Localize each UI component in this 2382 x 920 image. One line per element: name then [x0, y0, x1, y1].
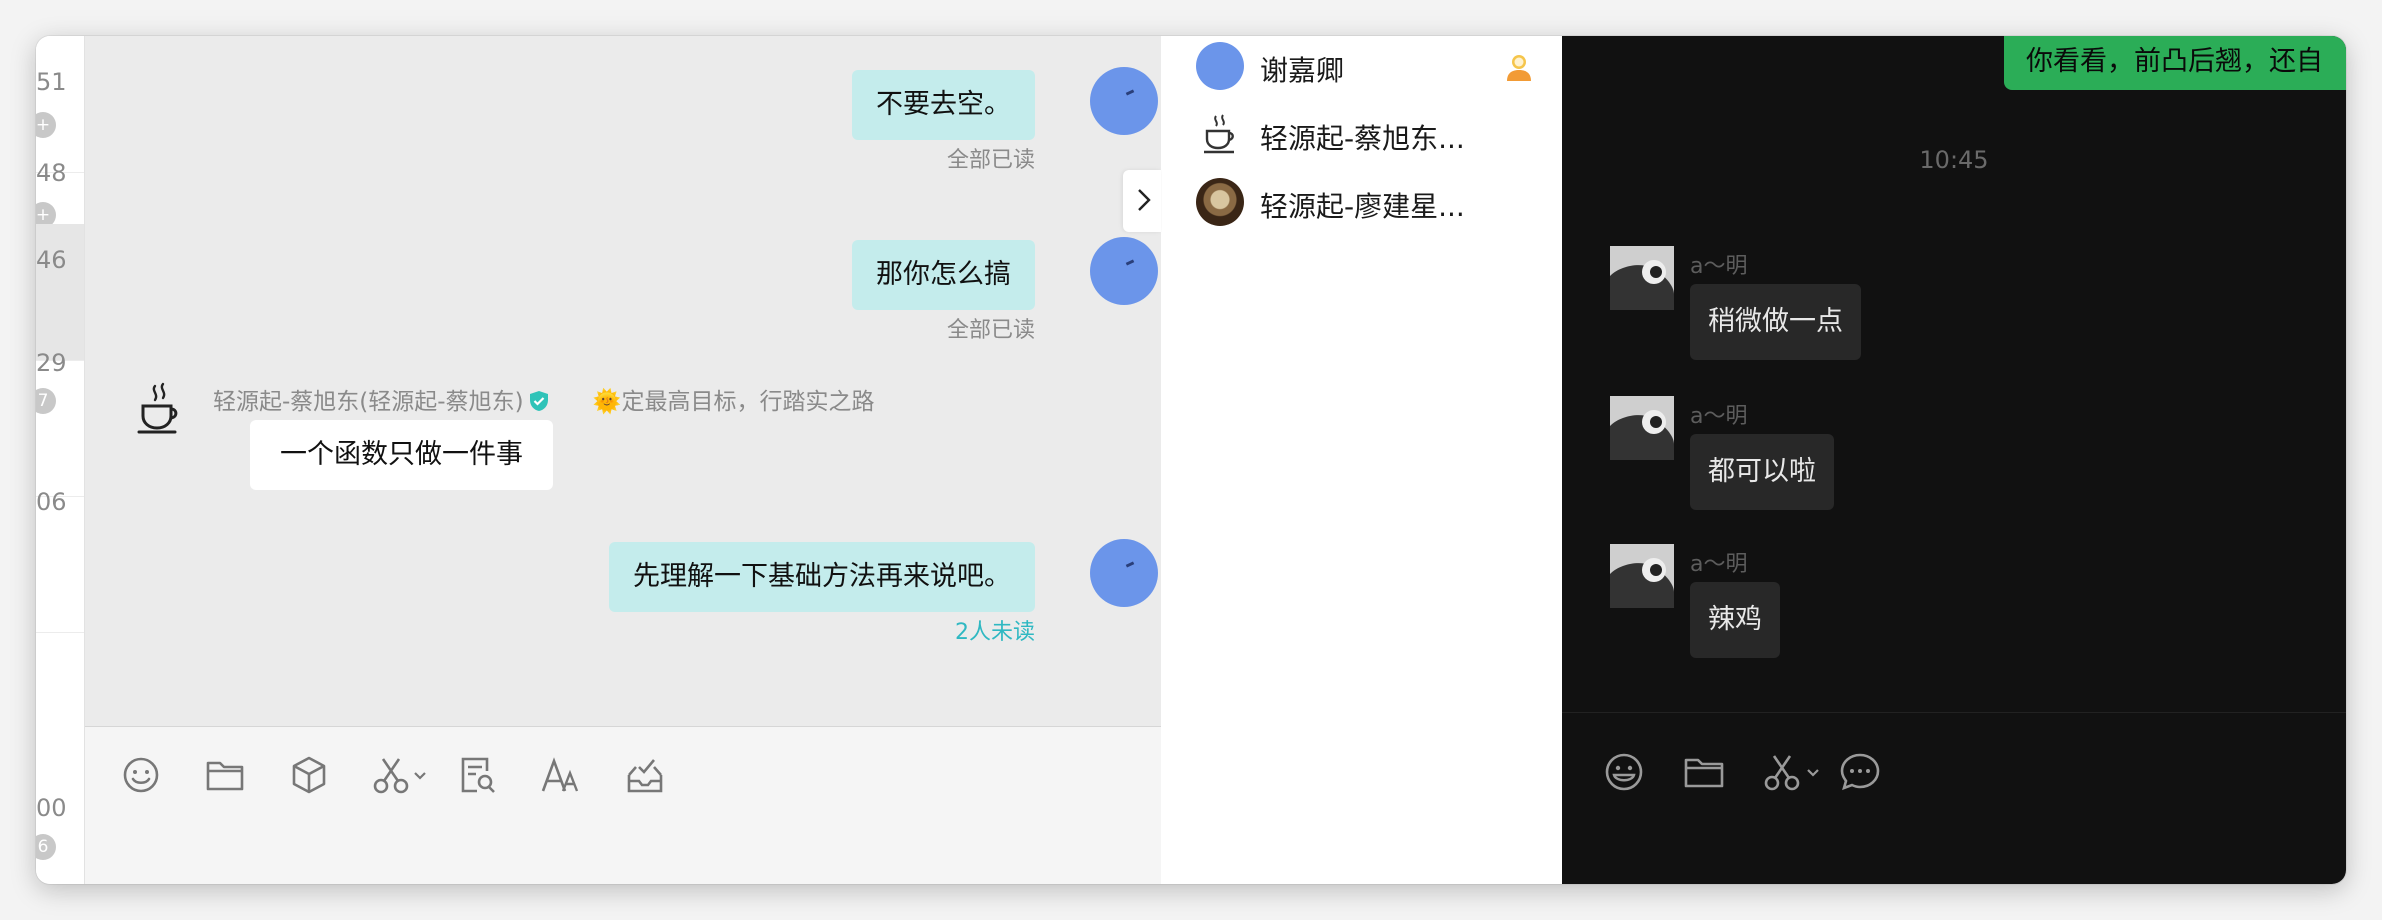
list-item[interactable]: 29 7: [36, 349, 84, 497]
avatar: [1196, 178, 1244, 226]
incoming-message[interactable]: 辣鸡: [1690, 582, 1780, 658]
conversation-list[interactable]: 51 + 48 + 46 29 7 06 00 6: [36, 36, 85, 884]
list-item-time: 00: [36, 794, 67, 822]
outgoing-message[interactable]: 不要去空。: [852, 70, 1035, 140]
member-name: 轻源起-廖建星...: [1260, 190, 1465, 223]
outgoing-message[interactable]: 先理解一下基础方法再来说吧。: [609, 542, 1035, 612]
list-item-time: 51: [36, 68, 67, 96]
list-item-time: 48: [36, 159, 67, 187]
message-timestamp: 10:45: [1919, 146, 1989, 174]
inbox-check-icon[interactable]: [623, 753, 667, 797]
scissors-screenshot-icon[interactable]: [371, 753, 431, 797]
read-status[interactable]: 全部已读: [947, 312, 1035, 344]
divider: [1562, 712, 2346, 713]
my-avatar[interactable]: [1090, 237, 1158, 305]
member-name: 轻源起-蔡旭东...: [1260, 122, 1465, 155]
collapse-panel-button[interactable]: [1123, 170, 1161, 232]
document-search-icon[interactable]: [455, 753, 499, 797]
incoming-message[interactable]: 稍微做一点: [1690, 284, 1861, 360]
folder-icon[interactable]: [203, 753, 247, 797]
input-toolbar: [85, 726, 1161, 884]
avatar[interactable]: [1610, 396, 1674, 460]
incoming-message[interactable]: 都可以啦: [1690, 434, 1834, 510]
coffee-cup-icon: [1196, 110, 1244, 158]
sender-name: a～明: [1690, 552, 1748, 577]
member-item[interactable]: 轻源起-廖建星...: [1196, 178, 1556, 228]
unread-badge: 6: [36, 834, 56, 860]
list-item-time: 29: [36, 349, 67, 377]
sender-info: 轻源起-蔡旭东(轻源起-蔡旭东) 🌞定最高目标，行踏实之路: [213, 382, 875, 416]
dark-chat-area[interactable]: 你看看，前凸后翘，还自 10:45 a～明 稍微做一点 a～明 都可以啦 a～明…: [1562, 36, 2346, 884]
sender-name: a～明: [1690, 254, 1748, 279]
emoji-icon[interactable]: [119, 753, 163, 797]
unread-badge: 7: [36, 388, 56, 414]
list-item-active[interactable]: 46: [36, 224, 84, 361]
outgoing-message[interactable]: 那你怎么搞: [852, 240, 1035, 310]
verified-shield-icon: [528, 390, 550, 412]
chat-bubble-icon[interactable]: [1838, 750, 1882, 794]
avatar[interactable]: [1610, 246, 1674, 310]
sender-name: a～明: [1690, 404, 1748, 429]
list-item[interactable]: 00 6: [36, 632, 84, 860]
chat-message-area[interactable]: 不要去空。 全部已读 那你怎么搞 全部已读 轻源起-蔡旭东(轻源起-蔡旭东) 🌞…: [85, 36, 1161, 726]
sender-name[interactable]: 轻源起-蔡旭东(轻源起-蔡旭东): [213, 389, 524, 415]
member-item[interactable]: 谢嘉卿: [1196, 42, 1556, 92]
unread-badge: +: [36, 112, 56, 138]
incoming-message[interactable]: 一个函数只做一件事: [250, 420, 553, 490]
list-item[interactable]: 51 +: [36, 36, 84, 173]
read-status[interactable]: 全部已读: [947, 142, 1035, 174]
avatar[interactable]: [1610, 544, 1674, 608]
sender-signature: 🌞定最高目标，行踏实之路: [592, 389, 875, 415]
scissors-screenshot-icon[interactable]: [1762, 750, 1824, 794]
member-item[interactable]: 轻源起-蔡旭东...: [1196, 110, 1556, 160]
unread-status[interactable]: 2人未读: [955, 614, 1035, 646]
my-avatar[interactable]: [1090, 67, 1158, 135]
member-name: 谢嘉卿: [1260, 54, 1345, 87]
member-panel: 谢嘉卿 轻源起-蔡旭东... 轻源起-廖建星...: [1162, 36, 1562, 884]
avatar: [1196, 42, 1244, 90]
outgoing-message-partial[interactable]: 你看看，前凸后翘，还自: [2004, 36, 2346, 90]
chevron-right-icon: [1133, 188, 1155, 212]
coffee-cup-avatar-icon[interactable]: [135, 382, 183, 438]
app-window: 51 + 48 + 46 29 7 06 00 6 不要去空。 全部已读 那你怎…: [36, 36, 2346, 884]
emoji-icon[interactable]: [1602, 750, 1646, 794]
folder-icon[interactable]: [1682, 750, 1726, 794]
list-item-time: 06: [36, 488, 67, 516]
admin-person-icon: [1504, 52, 1534, 82]
cube-icon[interactable]: [287, 753, 331, 797]
list-item-time: 46: [36, 246, 67, 274]
list-item[interactable]: 06: [36, 488, 84, 633]
my-avatar[interactable]: [1090, 539, 1158, 607]
font-size-icon[interactable]: [539, 753, 583, 797]
